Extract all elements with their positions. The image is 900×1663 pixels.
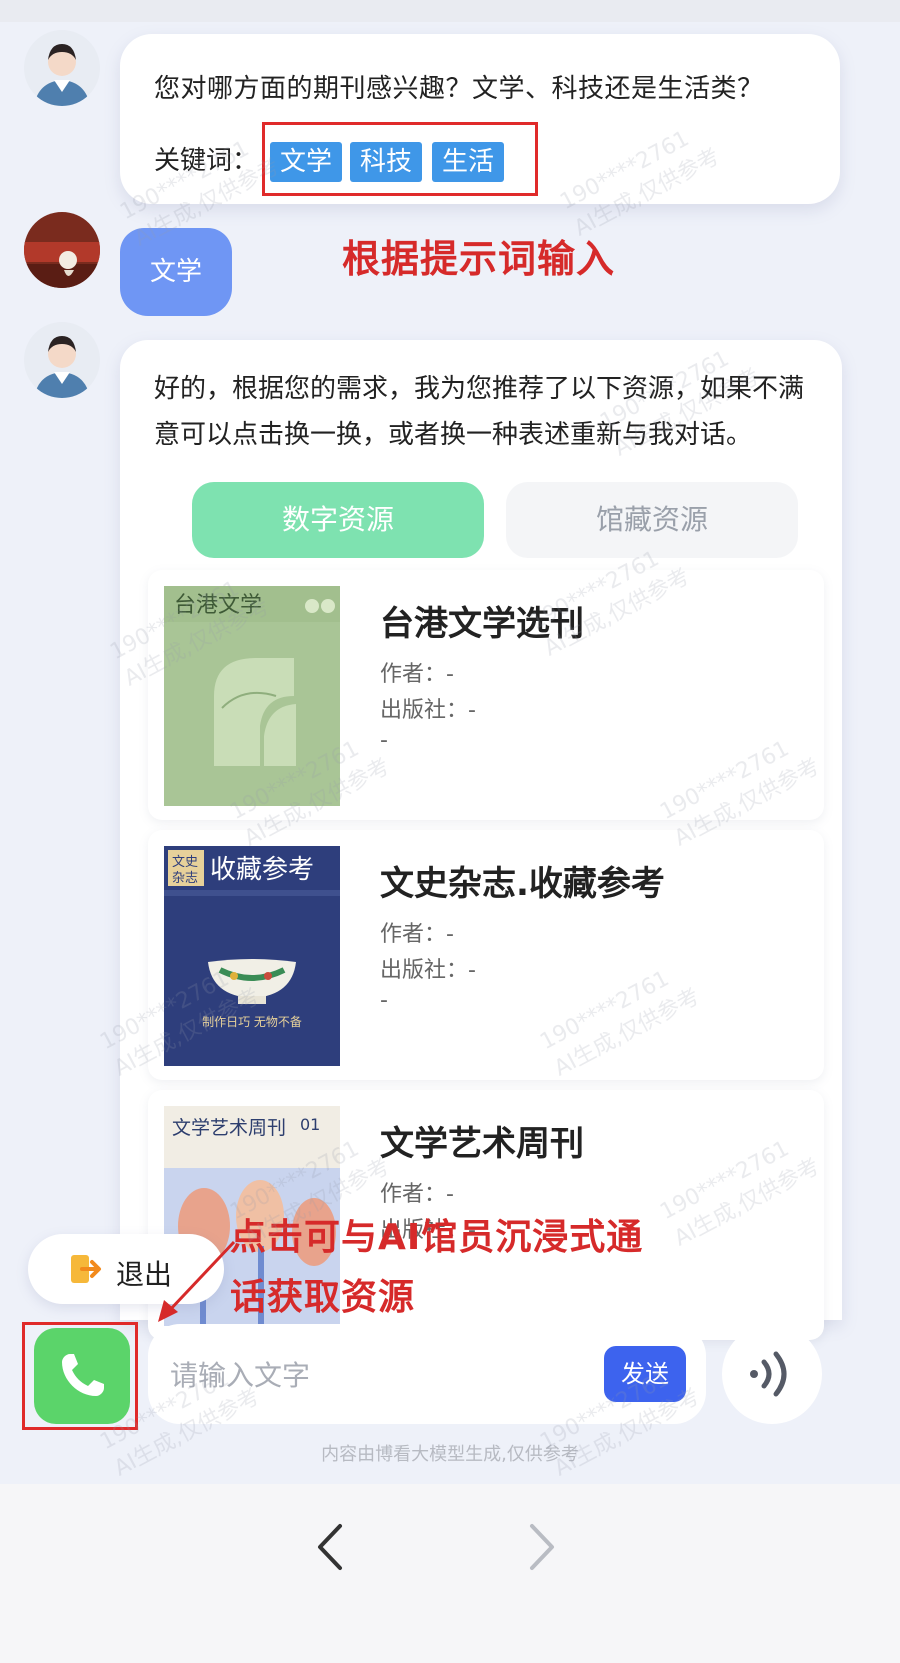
assistant-avatar (24, 322, 100, 398)
voice-icon (750, 1351, 787, 1397)
assistant-question-bubble: 您对哪方面的期刊感兴趣？文学、科技还是生活类？ 关键词： 文学 科技 生活 (120, 34, 840, 204)
book-cover: 台港文学 (164, 586, 340, 806)
resource-card[interactable]: 台港文学 台港文学选刊 作者：- 出版社：- - (148, 570, 824, 820)
book-title[interactable]: 台港文学选刊 (380, 596, 584, 645)
forward-arrow-icon[interactable] (522, 1520, 562, 1574)
browser-bottom-nav (0, 1484, 900, 1663)
annotation-arrow (158, 1240, 236, 1322)
keywords-label: 关键词： (154, 146, 259, 176)
keyword-chip-literature[interactable]: 文学 (270, 142, 343, 182)
question-text: 您对哪方面的期刊感兴趣？文学、科技还是生活类？ (154, 74, 764, 104)
exit-icon (71, 1255, 101, 1283)
svg-text:杂志: 杂志 (172, 871, 198, 886)
back-arrow-icon[interactable] (310, 1520, 350, 1574)
book-cover: 文史 杂志 收藏参考 制作日巧 无物不备 (164, 846, 340, 1066)
book-title[interactable]: 文学艺术周刊 (380, 1116, 584, 1165)
response-text: 好的，根据您的需求，我为您推荐了以下资源，如果不满意可以点击换一换，或者换一种表… (154, 374, 805, 450)
cover-title: 文学艺术周刊 (172, 1117, 286, 1139)
cover-title: 台港文学 (174, 593, 262, 618)
cover-issue: 01 (300, 1115, 320, 1134)
keyword-chip-technology[interactable]: 科技 (350, 142, 423, 182)
annotation-call-hint-line2: 话获取资源 (230, 1277, 416, 1318)
keyword-chip-life[interactable]: 生活 (432, 142, 505, 182)
send-button[interactable]: 发送 (604, 1346, 686, 1402)
book-author: 作者：- (380, 662, 454, 687)
book-author: 作者：- (380, 1182, 454, 1207)
assistant-response-bubble: 好的，根据您的需求，我为您推荐了以下资源，如果不满意可以点击换一换，或者换一种表… (120, 340, 842, 1340)
cover-caption: 制作日巧 无物不备 (202, 1015, 302, 1029)
book-extra: - (380, 728, 388, 753)
book-title[interactable]: 文史杂志.收藏参考 (380, 856, 665, 905)
book-author: 作者：- (380, 922, 454, 947)
message-input[interactable] (168, 1350, 592, 1400)
assistant-avatar (24, 30, 100, 106)
user-avatar (24, 212, 100, 288)
voice-input-button[interactable] (722, 1324, 822, 1424)
tab-digital-resources[interactable]: 数字资源 (192, 482, 484, 558)
status-bar (0, 0, 900, 22)
phone-icon (62, 1354, 104, 1396)
book-publisher: 出版社：- (380, 958, 476, 983)
user-message-bubble: 文学 (120, 228, 232, 316)
message-input-bar: 发送 (148, 1324, 706, 1424)
book-publisher: 出版社：- (380, 698, 476, 723)
annotation-call-hint-line1: 点击可与AI馆员沉浸式通 (230, 1217, 644, 1258)
cover-title: 收藏参考 (210, 855, 314, 885)
svg-text:文史: 文史 (172, 855, 198, 870)
book-extra: - (380, 988, 388, 1013)
resource-card[interactable]: 文史 杂志 收藏参考 制作日巧 无物不备 文史杂志.收藏参考 作者：- 出版社：… (148, 830, 824, 1080)
tab-library-collection[interactable]: 馆藏资源 (506, 482, 798, 558)
voice-call-button[interactable] (34, 1328, 130, 1424)
disclaimer-text: 内容由博看大模型生成,仅供参考 (321, 1444, 579, 1465)
annotation-keyword-hint: 根据提示词输入 (342, 237, 616, 281)
